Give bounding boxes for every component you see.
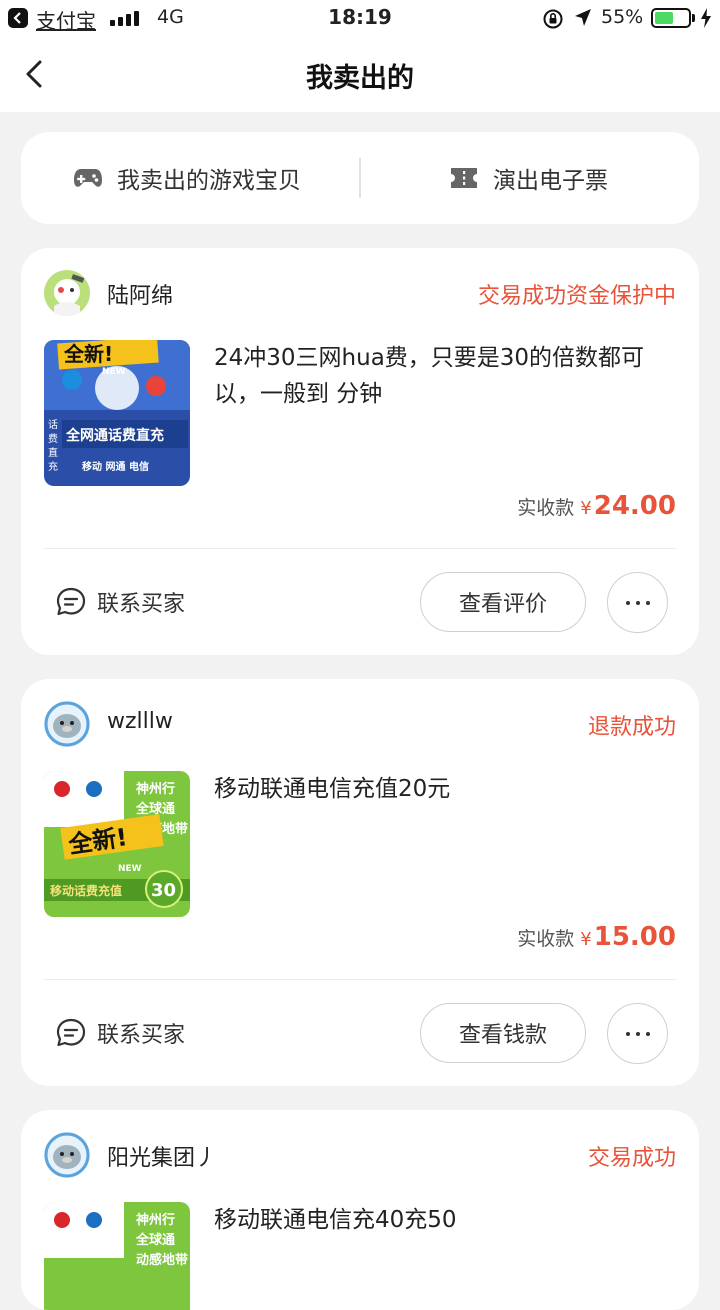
order-status: 交易成功资金保护中 — [477, 284, 676, 309]
order-card[interactable]: 阳光集团丿 交易成功 神州行 全球通 动感地带 移动联通电信充40充50 — [21, 1110, 699, 1310]
svg-text:NEW: NEW — [102, 367, 126, 377]
contact-buyer-button[interactable]: 联系买家 — [55, 586, 185, 618]
tab-game-items[interactable]: 我卖出的游戏宝贝 — [73, 132, 301, 224]
price-label: 实收款 — [517, 497, 575, 519]
order-status: 退款成功 — [587, 715, 676, 740]
svg-text:全新!: 全新! — [63, 342, 113, 366]
product-thumbnail[interactable]: 全新! NEW 话 费 直 充 全网通话费直充 移动 网通 电信 — [44, 340, 190, 486]
order-status: 交易成功 — [587, 1146, 676, 1171]
battery-cap — [692, 14, 695, 22]
product-title[interactable]: 24冲30三网hua费，只要是30的倍数都可以，一般到 分钟 — [214, 340, 674, 412]
chat-bubble-icon — [55, 1017, 87, 1049]
svg-text:全球通: 全球通 — [135, 801, 175, 817]
more-options-button[interactable] — [607, 1003, 668, 1064]
buyer-name: 陆阿绵 — [107, 284, 174, 309]
view-review-button[interactable]: 查看评价 — [420, 572, 586, 632]
location-icon — [574, 8, 592, 32]
tab-ticket-label: 演出电子票 — [493, 168, 608, 194]
svg-text:神州行: 神州行 — [136, 781, 175, 797]
tab-e-ticket[interactable]: 演出电子票 — [449, 132, 608, 224]
product-title[interactable]: 移动联通电信充值20元 — [214, 771, 674, 807]
tab-divider — [359, 158, 361, 198]
buyer-avatar[interactable] — [44, 270, 90, 316]
more-options-button[interactable] — [607, 572, 668, 633]
buyer-name: 阳光集团丿 — [107, 1146, 218, 1171]
svg-text:NEW: NEW — [118, 864, 142, 874]
charging-icon — [700, 8, 712, 32]
price-value: 24.00 — [593, 491, 676, 521]
buyer-avatar[interactable] — [44, 701, 90, 747]
nav-bar: 我卖出的 — [0, 36, 720, 112]
divider — [44, 979, 676, 980]
page-title: 我卖出的 — [306, 63, 414, 94]
order-card[interactable]: wzlllw 退款成功 神州行 全球通 动感地带 全新! NEW 移动话费充值 … — [21, 679, 699, 1086]
buyer-name: wzlllw — [107, 709, 173, 734]
order-card[interactable]: 陆阿绵 交易成功资金保护中 全新! NEW 话 费 直 充 全网通话费直充 移动… — [21, 248, 699, 655]
svg-text:30: 30 — [151, 880, 176, 901]
currency-symbol: ¥ — [580, 929, 592, 950]
product-thumbnail[interactable]: 神州行 全球通 动感地带 — [44, 1202, 190, 1310]
chat-bubble-icon — [55, 586, 87, 618]
view-payment-button[interactable]: 查看钱款 — [420, 1003, 586, 1063]
svg-text:话: 话 — [48, 419, 58, 431]
battery-percent: 55% — [601, 6, 644, 28]
svg-text:充: 充 — [48, 460, 58, 473]
svg-text:动感地带: 动感地带 — [136, 1252, 188, 1268]
svg-text:神州行: 神州行 — [136, 1212, 175, 1228]
price-value: 15.00 — [593, 922, 676, 952]
received-amount: 实收款 ¥ 24.00 — [517, 491, 676, 521]
divider — [44, 548, 676, 549]
currency-symbol: ¥ — [580, 498, 592, 519]
contact-buyer-label: 联系买家 — [97, 592, 186, 617]
contact-buyer-button[interactable]: 联系买家 — [55, 1017, 185, 1049]
price-label: 实收款 — [517, 928, 575, 950]
product-title[interactable]: 移动联通电信充40充50 — [214, 1202, 674, 1238]
svg-text:全网通话费直充: 全网通话费直充 — [65, 427, 164, 444]
received-amount: 实收款 ¥ 15.00 — [517, 922, 676, 952]
svg-text:全球通: 全球通 — [135, 1232, 175, 1248]
ticket-icon — [449, 163, 479, 193]
gamepad-icon — [73, 163, 103, 193]
tab-game-label: 我卖出的游戏宝贝 — [117, 168, 301, 194]
svg-text:直: 直 — [48, 446, 58, 459]
product-thumbnail[interactable]: 神州行 全球通 动感地带 全新! NEW 移动话费充值 30 — [44, 771, 190, 917]
status-bar: 支付宝 4G 18:19 55% — [0, 0, 720, 36]
buyer-avatar[interactable] — [44, 1132, 90, 1178]
orientation-lock-icon — [542, 8, 564, 34]
contact-buyer-label: 联系买家 — [97, 1023, 186, 1048]
category-tabs: 我卖出的游戏宝贝 演出电子票 — [21, 132, 699, 224]
svg-text:费: 费 — [48, 432, 58, 445]
battery-icon — [651, 8, 691, 28]
svg-text:移动 网通 电信: 移动 网通 电信 — [82, 460, 149, 473]
svg-text:移动话费充值: 移动话费充值 — [50, 883, 122, 898]
